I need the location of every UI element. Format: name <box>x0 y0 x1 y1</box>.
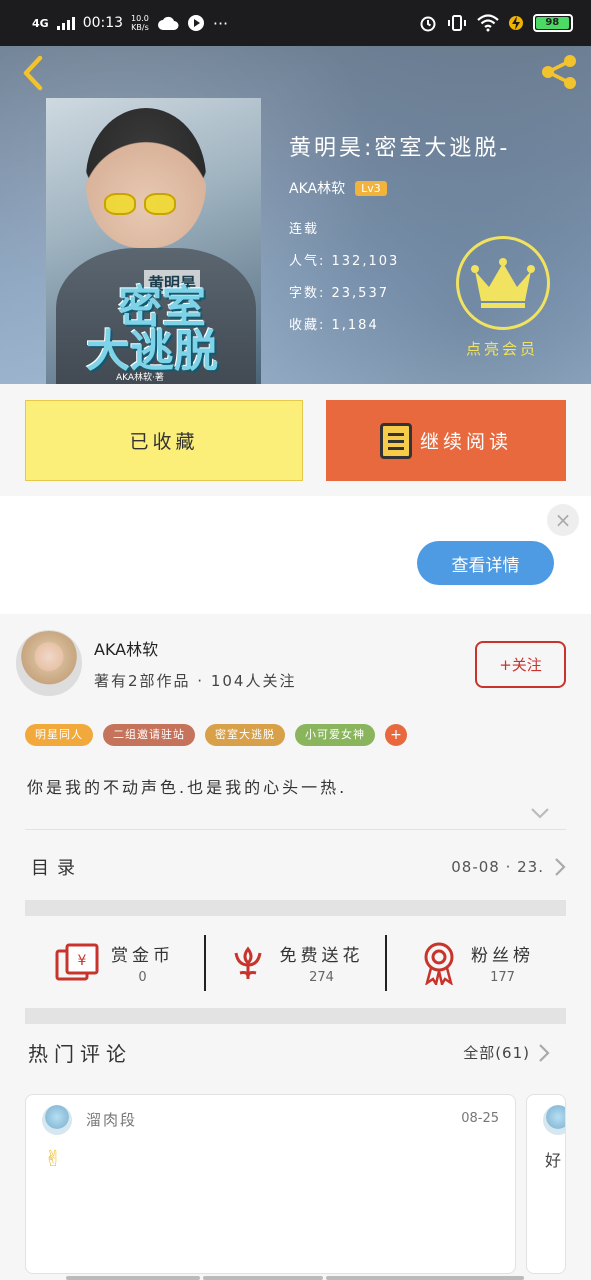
view-details-button[interactable]: 查看详情 <box>417 541 554 585</box>
red-envelope-icon: ¥ <box>55 943 99 981</box>
rewards-row: ¥ 赏金币 0 免费送花 274 粉丝榜 177 <box>25 918 566 1008</box>
battery-indicator: 98 <box>533 14 573 32</box>
charging-icon <box>509 16 523 30</box>
reward-value: 0 <box>138 970 147 985</box>
all-comments-label: 全部(61) <box>463 1044 530 1062</box>
flower-icon <box>234 946 261 979</box>
book-popularity: 人气: 132,103 <box>289 254 400 269</box>
reward-label: 赏金币 <box>111 946 174 966</box>
continue-reading-label: 继续阅读 <box>419 431 512 453</box>
clock: 00:13 <box>82 15 124 31</box>
author-level-badge: Lv3 <box>355 180 387 196</box>
ad-banner: × 查看详情 <box>0 496 591 614</box>
chevron-right-icon <box>539 1043 550 1062</box>
reward-label: 免费送花 <box>279 946 364 966</box>
tag-item[interactable]: 明星同人 <box>25 724 93 746</box>
network-type: 4G <box>32 16 49 30</box>
cloud-icon <box>157 16 179 30</box>
chevron-right-icon <box>555 858 566 876</box>
comments-header: 热门评论 全部(61) <box>28 1038 550 1067</box>
back-arrow-icon[interactable] <box>18 54 48 92</box>
section-divider <box>25 900 566 916</box>
all-comments-link[interactable]: 全部(61) <box>463 1042 550 1063</box>
reward-value: 177 <box>490 970 515 985</box>
alarm-icon <box>420 16 436 32</box>
more-tags-button[interactable]: + <box>385 724 407 746</box>
network-speed: 10.0 KB/s <box>131 14 149 32</box>
scrollbar-segment[interactable] <box>203 1276 323 1280</box>
book-favorites: 收藏: 1,184 <box>289 318 379 333</box>
more-dots: ··· <box>212 13 229 33</box>
book-status: 连载 <box>289 222 320 237</box>
comment-card[interactable]: 好 <box>526 1094 566 1274</box>
chevron-down-icon[interactable] <box>530 806 550 820</box>
signal-icon <box>56 16 75 30</box>
book-title: 黄明昊:密室大逃脱- <box>289 136 511 161</box>
vip-label[interactable]: 点亮会员 <box>466 338 538 359</box>
cover-byline: AKA林软·著 <box>116 373 164 383</box>
cover-title-line1: 密室 <box>118 282 206 333</box>
cover-title-line2: 大逃脱 <box>86 326 218 377</box>
book-cover-image[interactable]: 黄明昊 密室 大逃脱 AKA林软·著 <box>46 98 261 384</box>
reward-label: 粉丝榜 <box>471 946 534 966</box>
comment-card[interactable]: 溜肉段 08-25 ✌ <box>25 1094 516 1274</box>
vip-crown-button[interactable] <box>456 236 550 330</box>
reward-fans-button[interactable]: 粉丝榜 177 <box>387 941 566 985</box>
svg-text:¥: ¥ <box>78 953 87 969</box>
book-author-row[interactable]: AKA林软 Lv3 <box>289 178 387 198</box>
commenter-avatar[interactable] <box>543 1105 565 1135</box>
book-description: 你是我的不动声色.也是我的心头一热. <box>27 778 348 797</box>
book-header: 黄明昊 密室 大逃脱 AKA林软·著 黄明昊:密室大逃脱- AKA林软 Lv3 … <box>0 46 591 384</box>
divider <box>25 829 566 830</box>
author-meta: 著有2部作品 · 104人关注 <box>94 672 297 690</box>
battery-level: 98 <box>536 17 569 29</box>
comment-date: 08-25 <box>461 1111 499 1126</box>
favorited-button[interactable]: 已收藏 <box>25 400 303 481</box>
reward-value: 274 <box>309 970 334 985</box>
tag-list: 明星同人 二组邀请驻站 密室大逃脱 小可爱女神 + <box>25 724 407 746</box>
action-bar: 已收藏 继续阅读 <box>0 384 591 496</box>
reward-flower-button[interactable]: 免费送花 274 <box>206 941 385 985</box>
crown-icon <box>471 258 535 308</box>
toc-latest-update: 08-08 · 23. <box>451 858 544 876</box>
close-icon[interactable]: × <box>547 504 579 536</box>
follow-button[interactable]: +关注 <box>475 641 566 688</box>
continue-reading-button[interactable]: 继续阅读 <box>326 400 566 481</box>
tag-item[interactable]: 密室大逃脱 <box>205 724 285 746</box>
scrollbar-segment[interactable] <box>66 1276 200 1280</box>
toc-title: 目录 <box>31 858 83 879</box>
vibrate-icon <box>448 15 466 31</box>
cover-portrait <box>86 108 206 248</box>
reward-coins-button[interactable]: ¥ 赏金币 0 <box>25 941 204 985</box>
play-icon <box>187 15 204 31</box>
book-icon <box>379 422 412 459</box>
commenter-name[interactable]: 溜肉段 <box>86 1109 137 1130</box>
scrollbar-segment[interactable] <box>326 1276 524 1280</box>
author-name[interactable]: AKA林软 <box>94 636 158 660</box>
cover-sunglasses <box>104 193 176 215</box>
comment-body: ✌ <box>44 1147 63 1172</box>
speed-value: 10.0 <box>131 14 149 23</box>
book-word-count: 字数: 23,537 <box>289 286 389 301</box>
tag-item[interactable]: 小可爱女神 <box>295 724 375 746</box>
comment-body: 好 <box>545 1151 562 1170</box>
section-divider <box>25 1008 566 1024</box>
comments-title: 热门评论 <box>28 1042 132 1066</box>
share-icon[interactable] <box>537 50 581 94</box>
table-of-contents-row[interactable]: 目录 08-08 · 23. <box>25 832 566 902</box>
tag-item[interactable]: 二组邀请驻站 <box>103 724 195 746</box>
author-section: AKA林软 著有2部作品 · 104人关注 +关注 明星同人 二组邀请驻站 密室… <box>0 614 591 1280</box>
medal-icon <box>424 942 454 985</box>
speed-unit: KB/s <box>131 23 149 32</box>
status-bar: 4G 00:13 10.0 KB/s ··· 98 <box>0 0 591 46</box>
commenter-avatar[interactable] <box>42 1105 72 1135</box>
book-author[interactable]: AKA林软 <box>289 178 345 198</box>
wifi-icon <box>477 14 499 32</box>
author-avatar[interactable] <box>16 630 82 696</box>
